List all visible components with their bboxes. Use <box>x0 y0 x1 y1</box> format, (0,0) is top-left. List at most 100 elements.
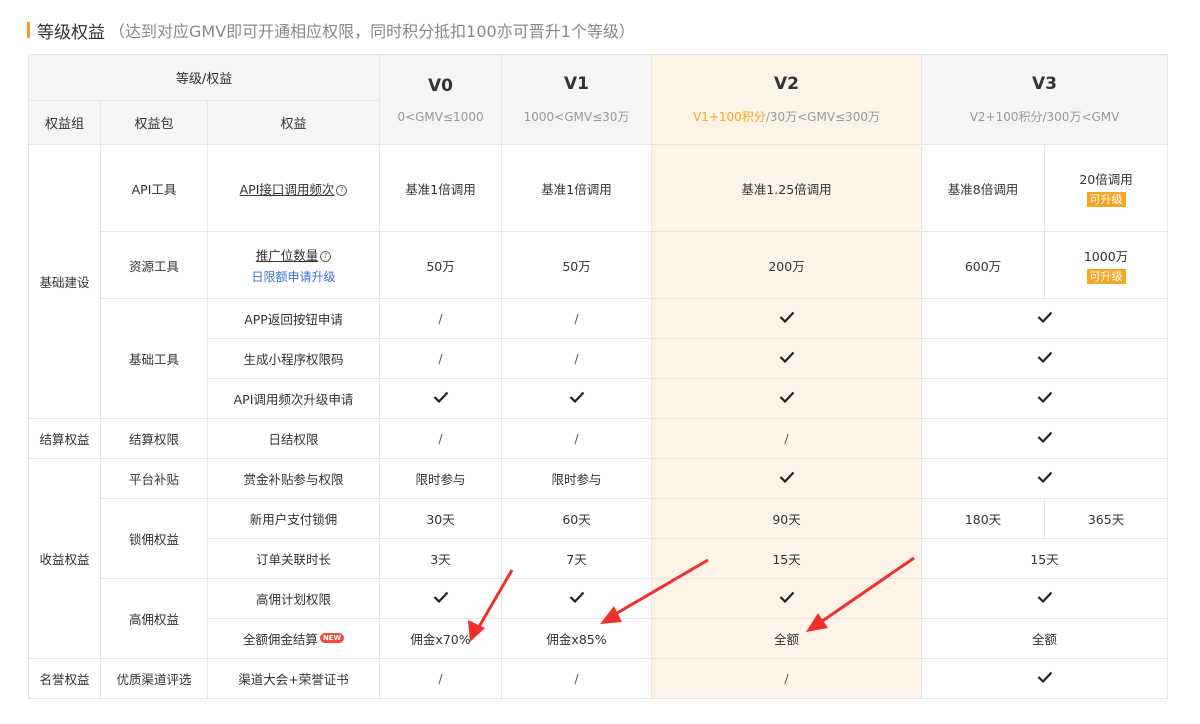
question-circle-icon[interactable]: ? <box>336 184 348 196</box>
package-basic-tool: 基础工具 <box>100 298 208 419</box>
check-icon <box>1037 431 1052 443</box>
level-rights-table: 等级/权益 V0 0<GMV≤1000 V1 1000<GMV≤30万 V2 V… <box>27 54 1169 699</box>
upgrade-badge[interactable]: 可升级 <box>1086 192 1126 207</box>
package-api-tool: API工具 <box>100 144 208 232</box>
level-header-v1: V1 1000<GMV≤30万 <box>501 54 653 145</box>
group-basic: 基础建设 <box>28 144 101 419</box>
row-bounty: 收益权益 平台补贴 赏金补贴参与权限 限时参与 限时参与 <box>28 458 1169 659</box>
cell-v0: / <box>379 418 503 459</box>
cell-v0: / <box>379 298 503 339</box>
col-header-group: 权益组 <box>28 100 101 145</box>
right-ad-slot: 推广位数量? 日限额申请升级 <box>206 231 381 299</box>
right-high-plan: 高佣计划权限 <box>206 578 381 619</box>
level-header-v2: V2 V1+100积分/30万<GMV≤300万 <box>651 54 923 145</box>
cell-v1: / <box>501 658 653 699</box>
cell-v0: 限时参与 <box>379 458 503 499</box>
cell-v1: 佣金x85% <box>501 618 653 659</box>
level-range: 0<GMV≤1000 <box>397 109 484 124</box>
row-api-freq: 基础建设 API工具 API接口调用频次? 基准1倍调用 基准1倍调用 基准1.… <box>28 144 1169 419</box>
cell-v0: 30天 <box>379 498 503 539</box>
package-resource-tool: 资源工具 <box>100 231 208 299</box>
cell-v0: 基准1倍调用 <box>379 144 503 232</box>
cell-v3 <box>921 458 1169 499</box>
cell-v2: / <box>651 418 923 459</box>
right-mini-code: 生成小程序权限码 <box>206 338 381 379</box>
cell-v1: 60天 <box>501 498 653 539</box>
cell-v2: 15天 <box>651 538 923 579</box>
right-api-freq[interactable]: API接口调用频次? <box>206 144 381 232</box>
group-income: 收益权益 <box>28 458 101 659</box>
cell-v2 <box>651 338 923 379</box>
cell-v3 <box>921 298 1169 339</box>
group-title-header: 等级/权益 <box>27 54 381 101</box>
daily-limit-upgrade-link[interactable]: 日限额申请升级 <box>208 268 379 285</box>
cell-v1: 限时参与 <box>501 458 653 499</box>
row-high-plan: 高佣权益 高佣计划权限 <box>29 578 1169 659</box>
group-settle: 结算权益 <box>28 418 101 459</box>
cell-v1: / <box>501 338 653 379</box>
cell-v1: 7天 <box>501 538 653 579</box>
check-icon <box>1037 351 1052 363</box>
right-bounty: 赏金补贴参与权限 <box>206 458 381 499</box>
cell-v2: 90天 <box>651 498 923 539</box>
package-channel: 优质渠道评选 <box>100 658 208 699</box>
cell-v0: 50万 <box>379 231 503 299</box>
check-icon <box>779 311 794 323</box>
cell-v1 <box>501 578 653 619</box>
new-badge: NEW <box>319 633 345 643</box>
row-app-back: 基础工具 APP返回按钮申请 / / <box>29 298 1169 419</box>
right-app-back: APP返回按钮申请 <box>206 298 381 339</box>
right-conference: 渠道大会+荣誉证书 <box>206 658 381 699</box>
level-header-v3: V3 V2+100积分/300万<GMV <box>921 54 1169 145</box>
cell-value: 20倍调用 <box>1079 172 1133 187</box>
check-icon <box>779 471 794 483</box>
level-header-v0: V0 0<GMV≤1000 <box>379 54 503 145</box>
check-icon <box>1037 471 1052 483</box>
upgrade-badge[interactable]: 可升级 <box>1086 269 1126 284</box>
row-conference: 名誉权益 优质渠道评选 渠道大会+荣誉证书 / / / <box>28 658 1169 699</box>
cell-v3a: 180天 <box>921 498 1046 539</box>
cell-value: 1000万 <box>1083 249 1129 264</box>
col-header-right: 权益 <box>206 100 381 145</box>
level-name: V3 <box>1032 74 1058 94</box>
cell-v2 <box>651 578 923 619</box>
right-full-settle: 全额佣金结算 NEW <box>206 618 381 659</box>
package-commission: 锁佣权益 <box>100 498 208 579</box>
header-row-1: 等级/权益 V0 0<GMV≤1000 V1 1000<GMV≤30万 V2 V… <box>27 54 1169 145</box>
cell-v2: / <box>651 658 923 699</box>
cell-v0: 佣金x70% <box>379 618 503 659</box>
level-name: V2 <box>774 74 800 94</box>
check-icon <box>433 391 448 403</box>
cell-v1: / <box>501 418 653 459</box>
check-icon <box>779 391 794 403</box>
cell-v0 <box>379 378 503 419</box>
right-api-upgrade: API调用频次升级申请 <box>206 378 381 419</box>
cell-v3 <box>921 658 1169 699</box>
check-icon <box>1037 391 1052 403</box>
right-label: API接口调用频次 <box>239 181 335 197</box>
cell-v2 <box>651 378 923 419</box>
question-circle-icon[interactable]: ? <box>320 251 332 262</box>
row-new-user: 锁佣权益 新用户支付锁佣 30天 60天 90天 180天 365天 <box>29 498 1169 579</box>
cell-v2 <box>651 298 923 339</box>
cell-v0 <box>379 578 503 619</box>
level-range: 1000<GMV≤30万 <box>523 110 630 124</box>
check-icon <box>1037 671 1052 683</box>
cell-v2: 200万 <box>651 231 923 299</box>
right-label: 推广位数量 <box>255 248 319 263</box>
cell-v0: 3天 <box>379 538 503 579</box>
cell-v3b: 20倍调用可升级 <box>1044 144 1169 232</box>
cell-v3b: 365天 <box>1044 498 1169 539</box>
package-high-comm: 高佣权益 <box>100 578 208 659</box>
level-range-rest: /30万<GMV≤300万 <box>765 110 881 124</box>
group-honor: 名誉权益 <box>28 658 101 699</box>
cell-v1: 基准1倍调用 <box>501 144 653 232</box>
package-subsidy: 平台补贴 <box>100 458 208 499</box>
section-title: 等级权益 <box>37 22 105 43</box>
level-name: V0 <box>428 75 454 96</box>
cell-v3 <box>921 338 1169 379</box>
cell-v2: 基准1.25倍调用 <box>651 144 923 232</box>
cell-v3 <box>921 418 1169 459</box>
cell-v3a: 600万 <box>921 231 1046 299</box>
cell-v2 <box>651 458 923 499</box>
